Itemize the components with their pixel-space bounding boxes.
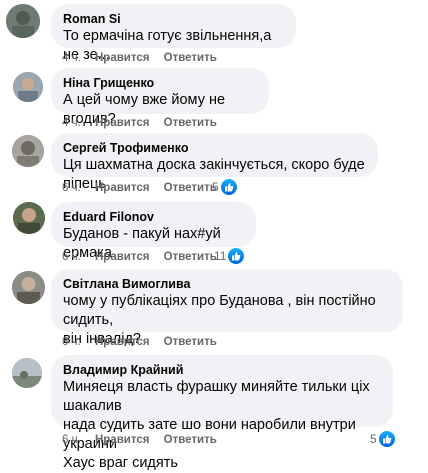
reply-button[interactable]: Ответить [164,181,217,195]
like-button[interactable]: Нравится [95,51,149,65]
like-button[interactable]: Нравится [95,250,149,264]
comment-actions: 4 ч. Нравится Ответить [62,51,228,65]
comment-text: Миняеця власть фурашку миняйте тильки ці… [63,378,381,473]
comment-bubble: Владимир Крайний Миняеця власть фурашку … [51,355,393,471]
comment-author[interactable]: Сергей Трофименко [63,140,366,156]
like-button[interactable]: Нравится [95,335,149,349]
comment-time[interactable]: 4 ч. [62,116,81,130]
comment-author[interactable]: Ніна Грищенко [63,75,257,91]
avatar[interactable] [12,358,42,388]
comment-actions: 4 ч. Нравится Ответить [62,116,228,130]
comment-text-line: чому у публікаціях про Буданова , він по… [63,293,376,328]
comment-author[interactable]: Світлана Вимоглива [63,276,391,292]
like-icon [228,248,245,264]
reaction-number: 5 [370,432,377,446]
reaction-number: 5 [212,180,219,194]
comment-bubble: Eduard Filonov Буданов - пакуй нах#уй ер… [51,202,256,261]
avatar[interactable] [13,202,45,234]
comment-bubble: Сергей Трофименко Ця шахматна доска закі… [51,133,378,192]
reaction-number: 11 [214,249,227,263]
comment-author[interactable]: Владимир Крайний [63,362,381,378]
comment-time[interactable]: 6 ч. [62,335,81,349]
comment-text-line: Миняеця власть фурашку миняйте тильки ці… [63,379,370,414]
reaction-count[interactable]: 5 [370,431,395,447]
reply-button[interactable]: Ответить [164,250,217,264]
like-icon [220,179,237,195]
comment-time[interactable]: 6 ч. [62,250,81,264]
reaction-count[interactable]: 5 [212,179,237,195]
like-button[interactable]: Нравится [95,181,149,195]
comment-bubble: Ніна Грищенко А цей чому вже йому не вго… [51,68,269,127]
comment-actions: 6 ч. Нравится Ответить [62,433,228,447]
reply-button[interactable]: Ответить [164,433,217,447]
reply-button[interactable]: Ответить [164,51,217,65]
comment-actions: 6 ч. Нравится Ответить [62,181,228,195]
comment-time[interactable]: 6 ч. [62,181,81,195]
avatar[interactable] [12,135,44,167]
comment-author[interactable]: Eduard Filonov [63,209,244,225]
like-button[interactable]: Нравится [95,116,149,130]
comment-actions: 6 ч. Нравится Ответить [62,335,228,349]
avatar[interactable] [6,4,40,38]
comment-bubble: Світлана Вимоглива чому у публікаціях пр… [51,269,403,347]
avatar[interactable] [13,72,43,102]
comment-author[interactable]: Roman Si [63,11,284,27]
comment-bubble: Roman Si То ермачіна готує звільнення,а … [51,4,296,63]
comment-actions: 6 ч. Нравится Ответить [62,250,228,264]
comment-text-line: Хаус враг сидять [63,455,178,471]
comment-time[interactable]: 4 ч. [62,51,81,65]
reaction-count[interactable]: 11 [214,248,245,264]
like-icon [378,431,395,447]
like-button[interactable]: Нравится [95,433,149,447]
reply-button[interactable]: Ответить [164,116,217,130]
reply-button[interactable]: Ответить [164,335,217,349]
comment-time[interactable]: 6 ч. [62,433,81,447]
avatar[interactable] [12,271,45,304]
